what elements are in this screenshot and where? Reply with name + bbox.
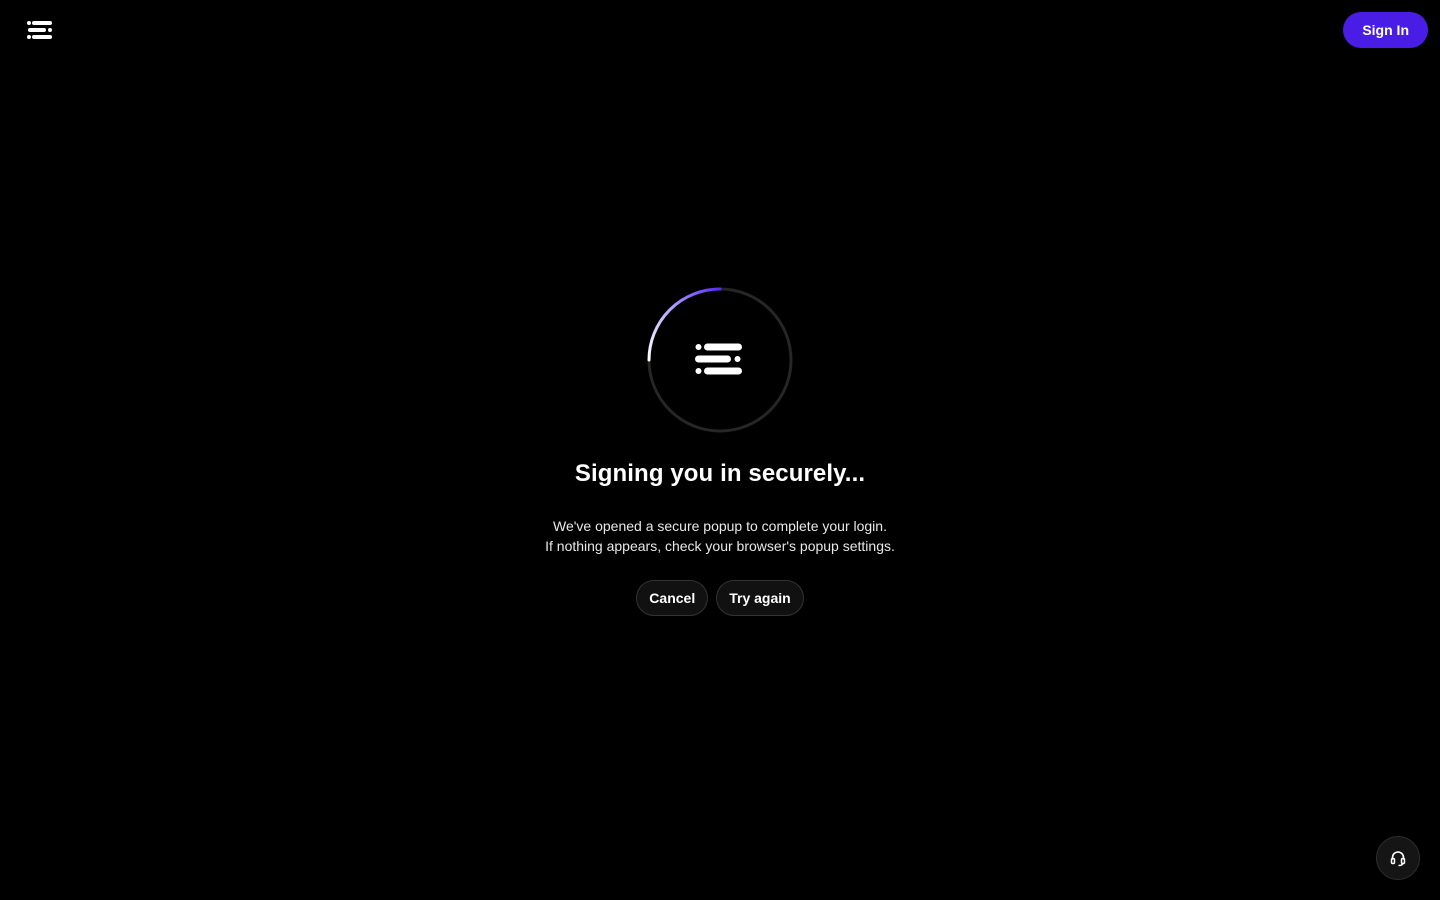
action-buttons: Cancel Try again: [636, 580, 804, 616]
page-title: Signing you in securely...: [574, 460, 866, 487]
logo-button[interactable]: [26, 18, 54, 42]
menu-lines-logo-icon: [27, 21, 52, 39]
sign-in-button[interactable]: Sign In: [1343, 12, 1428, 48]
loading-spinner: [646, 286, 794, 434]
description-line-1: We've opened a secure popup to complete …: [553, 518, 887, 534]
description: We've opened a secure popup to complete …: [545, 516, 895, 556]
menu-lines-logo-icon: [695, 343, 742, 375]
try-again-button[interactable]: Try again: [716, 580, 804, 616]
support-button[interactable]: [1376, 836, 1420, 880]
signin-status-panel: Signing you in securely... We've opened …: [0, 286, 1440, 616]
page: Sign In Signing you in securely... We've…: [0, 0, 1440, 900]
headset-icon: [1390, 851, 1406, 867]
description-line-2: If nothing appears, check your browser's…: [545, 538, 895, 554]
cancel-button[interactable]: Cancel: [636, 580, 709, 616]
